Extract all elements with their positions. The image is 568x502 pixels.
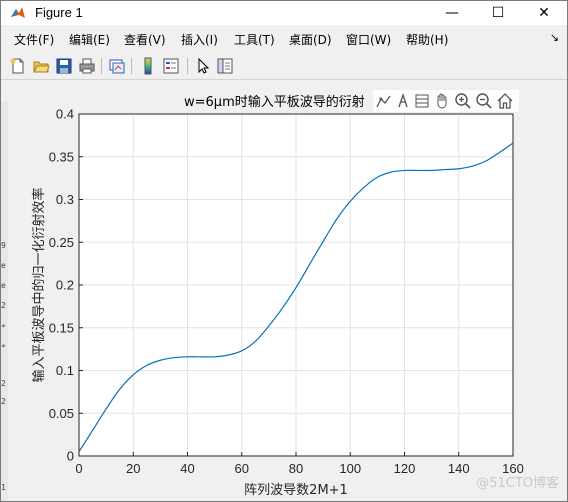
- pointer-icon[interactable]: [194, 57, 212, 75]
- maximize-button[interactable]: ☐: [475, 1, 521, 25]
- save-icon[interactable]: [55, 57, 73, 75]
- y-tick-label: 0.4: [56, 107, 74, 122]
- toolbar-separator: [187, 58, 188, 74]
- x-tick-label: 100: [339, 461, 361, 476]
- chart-svg[interactable]: 0 20 40 60 80 100 120 140 16000.050.10.150.20.25…: [1, 80, 567, 501]
- axes-toolbar: [373, 90, 519, 112]
- print-icon[interactable]: [78, 57, 96, 75]
- colorbar-icon[interactable]: [139, 57, 157, 75]
- menu-insert[interactable]: 插入(I): [181, 31, 218, 48]
- zoom-in-icon[interactable]: [454, 92, 472, 110]
- y-tick-label: 0.1: [56, 363, 74, 378]
- x-tick-label: 60: [235, 461, 249, 476]
- y-tick-label: 0.3: [56, 192, 74, 207]
- new-figure-icon[interactable]: [9, 57, 27, 75]
- zoom-out-icon[interactable]: [475, 92, 493, 110]
- menu-desktop[interactable]: 桌面(D): [289, 31, 332, 48]
- menu-window[interactable]: 窗口(W): [346, 31, 391, 48]
- x-tick-label: 40: [180, 461, 194, 476]
- y-tick-label: 0: [67, 449, 74, 464]
- title-bar: Figure 1 — ☐ ✕: [1, 1, 567, 25]
- y-tick-label: 0.2: [56, 278, 74, 293]
- y-tick-label: 0.35: [49, 149, 74, 164]
- menu-bar: 文件(F) 编辑(E) 查看(V) 插入(I) 工具(T) 桌面(D) 窗口(W…: [1, 27, 567, 49]
- menu-tools[interactable]: 工具(T): [234, 31, 275, 48]
- menu-view[interactable]: 查看(V): [124, 31, 166, 48]
- menu-overflow-icon[interactable]: ↘: [550, 31, 559, 44]
- maximize-icon: ☐: [491, 5, 505, 21]
- brush-icon[interactable]: [375, 93, 393, 109]
- data-table-icon[interactable]: [413, 93, 431, 109]
- open-file-icon[interactable]: [32, 57, 50, 75]
- toolbar-separator: [101, 58, 102, 74]
- close-button[interactable]: ✕: [521, 1, 567, 25]
- y-tick-label: 0.05: [49, 406, 74, 421]
- minimize-button[interactable]: —: [429, 1, 475, 25]
- x-tick-label: 0: [75, 461, 82, 476]
- link-plot-icon[interactable]: [108, 57, 126, 75]
- home-icon[interactable]: [496, 92, 514, 110]
- watermark-text: @51CTO博客: [476, 476, 559, 491]
- figure-toolbar: [1, 53, 567, 80]
- menu-help[interactable]: 帮助(H): [406, 31, 448, 48]
- menu-file[interactable]: 文件(F): [14, 31, 54, 48]
- close-icon: ✕: [538, 5, 550, 21]
- x-tick-label: 20: [126, 461, 140, 476]
- menu-edit[interactable]: 编辑(E): [69, 31, 110, 48]
- data-tips-icon[interactable]: [395, 93, 413, 109]
- toolbar-separator: [131, 58, 132, 74]
- property-editor-icon[interactable]: [216, 57, 234, 75]
- matlab-logo-icon: [11, 7, 25, 18]
- chart-title: w=6μm时输入平板波导的衍射: [184, 94, 365, 110]
- x-axis-label: 阵列波导数2M+1: [244, 483, 348, 498]
- y-tick-label: 0.15: [49, 320, 74, 335]
- x-tick-label: 140: [448, 461, 470, 476]
- minimize-icon: —: [445, 5, 459, 21]
- y-axis-label: 输入平板波导中的归一化衍射效率: [31, 187, 47, 382]
- x-tick-label: 120: [394, 461, 416, 476]
- pan-icon[interactable]: [433, 92, 451, 110]
- window-title: Figure 1: [35, 5, 83, 20]
- legend-icon[interactable]: [162, 57, 180, 75]
- figure-window: Figure 1 — ☐ ✕ 文件(F) 编辑(E) 查看(V) 插入(I) 工…: [0, 0, 568, 502]
- y-tick-label: 0.25: [49, 235, 74, 250]
- x-tick-label: 80: [289, 461, 303, 476]
